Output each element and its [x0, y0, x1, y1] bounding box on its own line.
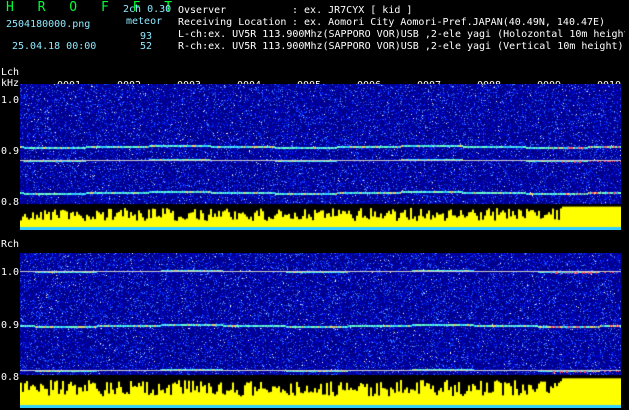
khz-unit-label: kHz — [1, 78, 20, 89]
lch-spectrogram — [20, 84, 621, 230]
location-key: Receiving Location — [178, 17, 287, 28]
observer-value: : ex. JR7CYX [ kid ] — [292, 5, 413, 16]
rch-spectrogram — [20, 253, 621, 408]
rch-tick-0-8: 0.8 — [1, 372, 20, 383]
filename-label: 2504180000.png — [6, 19, 91, 30]
rch-tick-0-9: 0.9 — [1, 320, 20, 331]
rch-info: R-ch:ex. UV5R 113.900Mhz(SAPPORO VOR)USB… — [178, 41, 624, 52]
meteor-count-r: 52 — [140, 41, 153, 52]
rch-label: Rch — [1, 239, 20, 250]
mode-label: 2ch 0.30 — [123, 4, 172, 15]
lch-tick-1-0: 1.0 — [1, 95, 20, 106]
lch-tick-0-8: 0.8 — [1, 197, 20, 208]
lch-info: L-ch:ex. UV5R 113.900Mhz(SAPPORO VOR)USB… — [178, 29, 625, 40]
rch-tick-1-0: 1.0 — [1, 267, 20, 278]
location-value: : ex. Aomori City Aomori-Pref.JAPAN(40.4… — [292, 17, 606, 28]
meteor-label: meteor — [126, 16, 163, 27]
lch-label: Lch — [1, 67, 20, 78]
datetime-label: 25.04.18 00:00 — [12, 41, 97, 52]
observer-key: Ovserver — [178, 5, 227, 16]
lch-tick-0-9: 0.9 — [1, 146, 20, 157]
